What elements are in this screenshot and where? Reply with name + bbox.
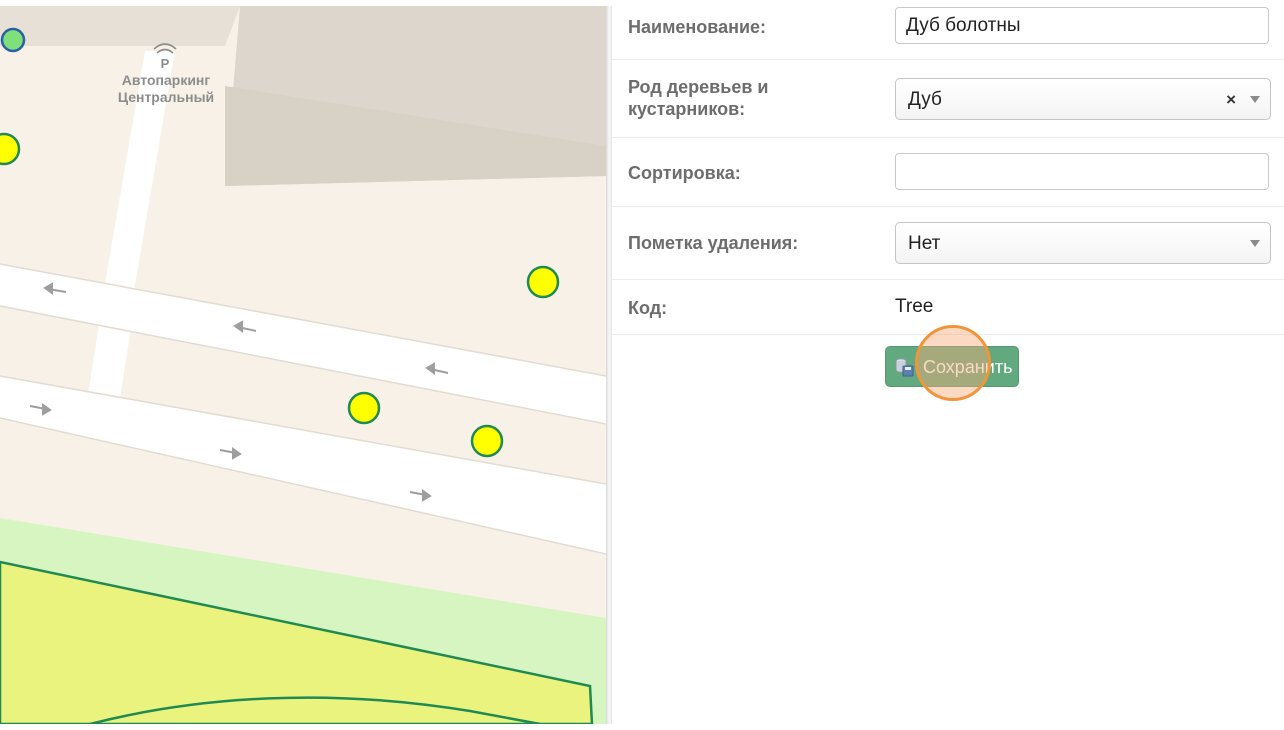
building	[0, 6, 240, 46]
parking-label-line1: Автопаркинг	[121, 72, 211, 88]
code-value: Tree	[895, 296, 934, 317]
clear-icon[interactable]: ×	[1226, 79, 1236, 120]
road	[86, 318, 132, 411]
sort-input[interactable]	[895, 153, 1269, 190]
tree-marker	[347, 391, 381, 425]
parking-label: Автопаркинг Центральный	[106, 72, 226, 106]
genus-row: Род деревьев и кустарников: Дуб ×	[612, 60, 1284, 138]
chevron-down-icon[interactable]	[1250, 240, 1260, 247]
save-database-icon	[895, 358, 914, 377]
map-canvas[interactable]: P	[0, 6, 606, 724]
tree-marker	[526, 265, 560, 299]
genus-label: Род деревьев и кустарников:	[628, 76, 768, 120]
parking-label-line2: Центральный	[117, 89, 215, 105]
edit-form: Наименование: Род деревьев и кустарников…	[612, 6, 1284, 724]
genus-label-line2: кустарников:	[628, 99, 746, 119]
genus-select[interactable]: Дуб ×	[895, 78, 1271, 120]
save-button[interactable]: Сохранить	[885, 346, 1019, 387]
deletion-mark-select[interactable]: Нет	[895, 222, 1271, 264]
map-view[interactable]: P Автопаркинг Центральный	[0, 6, 606, 724]
sort-label: Сортировка:	[628, 163, 741, 183]
genus-label-line1: Род деревьев и	[628, 77, 769, 97]
name-row: Наименование:	[612, 6, 1284, 60]
tree-marker	[470, 424, 504, 458]
tree-marker	[0, 132, 21, 166]
app-window: P Автопаркинг Центральный Наименование: …	[0, 6, 1284, 724]
chevron-down-icon[interactable]	[1250, 96, 1260, 103]
tree-marker-selected	[0, 27, 26, 53]
sort-row: Сортировка:	[612, 138, 1284, 207]
deletion-mark-value: Нет	[908, 233, 941, 254]
deletion-mark-label: Пометка удаления:	[628, 233, 799, 253]
code-row: Код: Tree	[612, 280, 1284, 335]
svg-text:P: P	[161, 56, 170, 71]
save-button-label: Сохранить	[923, 357, 1013, 377]
name-label: Наименование:	[628, 17, 767, 37]
genus-select-value: Дуб	[908, 89, 942, 110]
deletion-mark-row: Пометка удаления: Нет	[612, 207, 1284, 280]
name-input[interactable]	[895, 7, 1269, 44]
code-label: Код:	[628, 298, 668, 318]
